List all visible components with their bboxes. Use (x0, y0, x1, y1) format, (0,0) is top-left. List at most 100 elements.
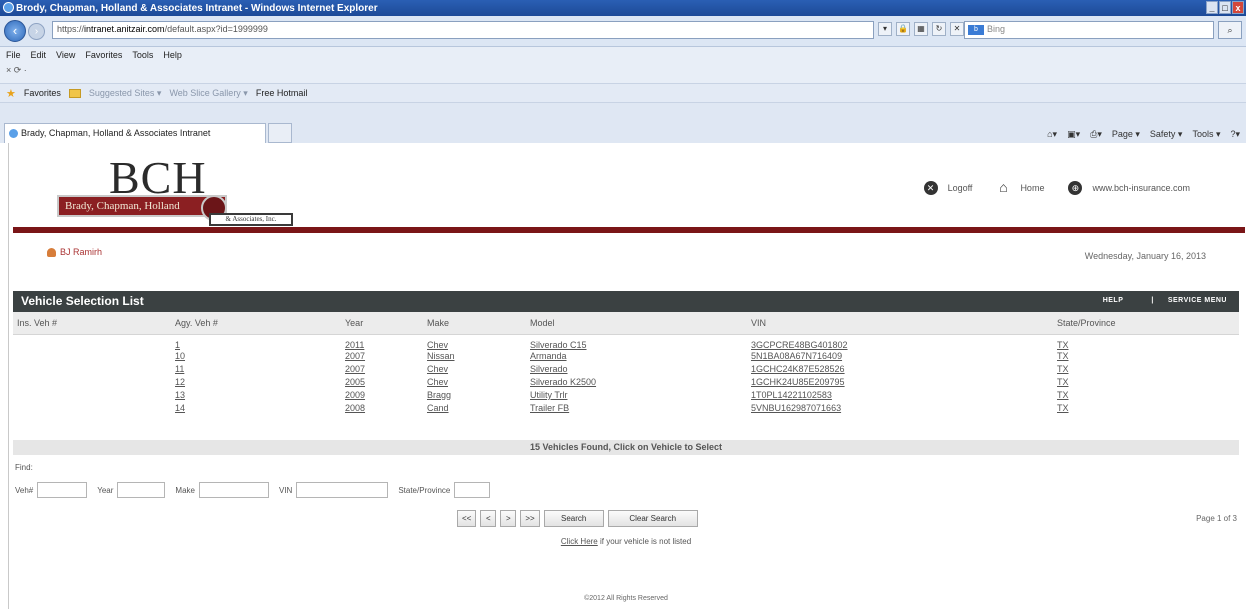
vehicle-link-state[interactable]: TX (1057, 403, 1069, 413)
home-link[interactable]: Home (1020, 183, 1044, 193)
vehicle-link-state[interactable]: TX (1057, 364, 1069, 374)
menu-favorites[interactable]: Favorites (85, 50, 122, 60)
vehicle-link-vin[interactable]: 1GCHK24U85E209795 (751, 377, 845, 387)
menu-file[interactable]: File (6, 50, 21, 60)
compat-view-icon[interactable]: ▦ (914, 22, 928, 36)
dropdown-icon[interactable]: ▾ (878, 22, 892, 36)
vehicle-link-make[interactable]: Chev (427, 364, 448, 374)
url-input[interactable]: https://intranet.anitzair.com/default.as… (52, 21, 874, 39)
clear-search-button[interactable]: Clear Search (607, 510, 698, 527)
vehicle-link-agy[interactable]: 14 (175, 403, 185, 413)
last-page-button[interactable]: >> (520, 510, 540, 527)
new-tab-button[interactable] (268, 123, 292, 143)
maximize-button[interactable]: □ (1219, 1, 1231, 14)
vehicle-link-agy[interactable]: 13 (175, 390, 185, 400)
tab-active[interactable]: Brady, Chapman, Holland & Associates Int… (4, 123, 266, 143)
print-icon[interactable]: ⎙▾ (1090, 129, 1102, 140)
cell-ins (13, 389, 171, 402)
vehicle-link-year[interactable]: 2009 (345, 390, 365, 400)
fav-suggested-sites[interactable]: Suggested Sites ▾ (89, 88, 162, 99)
home-icon[interactable]: ⌂ (996, 180, 1010, 195)
vehicle-link-agy[interactable]: 11 (175, 364, 184, 374)
logoff-link[interactable]: Logoff (948, 183, 973, 193)
vehicle-link-vin[interactable]: 1T0PL14221102583 (751, 390, 832, 400)
vehicle-link-model[interactable]: Silverado (530, 364, 568, 374)
fav-free-hotmail[interactable]: Free Hotmail (256, 88, 308, 98)
favorites-star-icon[interactable]: ★ (6, 87, 16, 100)
bch-logo[interactable]: BCH Brady, Chapman, Holland & Associates… (51, 151, 293, 236)
vehicle-link-make[interactable]: Bragg (427, 390, 451, 400)
first-page-button[interactable]: << (457, 510, 477, 527)
vehicle-link-model[interactable]: Armanda (530, 351, 567, 361)
vehicle-link-year[interactable]: 2005 (345, 377, 365, 387)
vehicle-link-year[interactable]: 2007 (345, 364, 365, 374)
table-row[interactable]: 14 2008 Cand Trailer FB 5VNBU162987071663 TX (13, 402, 1239, 415)
table-row[interactable]: 13 2009 Bragg Utility Trlr 1T0PL14221102583 T… (13, 389, 1239, 402)
vehicle-link-state[interactable]: TX (1057, 340, 1069, 350)
folder-icon[interactable] (68, 88, 81, 98)
stop-icon[interactable]: ✕ (950, 22, 964, 36)
make-input[interactable] (198, 482, 269, 498)
minimize-button[interactable]: _ (1206, 1, 1218, 14)
year-input[interactable] (117, 482, 166, 498)
lock-icon[interactable]: 🔒 (896, 22, 910, 36)
vehicle-link-agy[interactable]: 10 (175, 351, 185, 361)
search-input[interactable]: b Bing (964, 21, 1214, 39)
prev-page-button[interactable]: < (480, 510, 497, 527)
click-here-link[interactable]: Click Here (561, 537, 598, 546)
vehicle-link-model[interactable]: Utility Trlr (530, 390, 568, 400)
vehicle-link-state[interactable]: TX (1057, 377, 1069, 387)
vehicle-link-make[interactable]: Nissan (427, 351, 455, 361)
vehicle-link-model[interactable]: Silverado C15 (530, 340, 587, 350)
table-row[interactable]: 11 2007 Chev Silverado 1GCHC24K87E528526 TX (13, 363, 1239, 376)
feeds-icon[interactable]: ▣▾ (1067, 129, 1080, 140)
search-button[interactable]: Search (543, 510, 604, 527)
logoff-icon[interactable]: ✕ (923, 181, 938, 195)
current-user[interactable]: BJ Ramirh (47, 247, 102, 257)
cmd-safety[interactable]: Safety ▾ (1150, 129, 1183, 140)
veh-input[interactable] (37, 482, 88, 498)
menu-edit[interactable]: Edit (31, 50, 47, 60)
menu-view[interactable]: View (56, 50, 75, 60)
vehicle-link-vin[interactable]: 5N1BA08A67N716409 (751, 351, 842, 361)
service-menu-link[interactable]: SERVICE MENU (1168, 297, 1227, 304)
table-row[interactable]: 12 2005 Chev Silverado K2500 1GCHK24U85E2097… (13, 376, 1239, 389)
next-page-button[interactable]: > (500, 510, 517, 527)
vin-input[interactable] (296, 482, 389, 498)
menu-help[interactable]: Help (163, 50, 182, 60)
forward-button[interactable]: › (28, 23, 45, 40)
favorites-label[interactable]: Favorites (24, 88, 61, 98)
vehicle-link-state[interactable]: TX (1057, 390, 1069, 400)
cell-vin: 1GCHK24U85E209795 (747, 376, 1053, 389)
fav-web-slice-gallery[interactable]: Web Slice Gallery ▾ (169, 88, 247, 99)
vehicle-link-make[interactable]: Chev (427, 377, 448, 387)
vehicle-link-year[interactable]: 2008 (345, 403, 365, 413)
vehicle-link-model[interactable]: Trailer FB (530, 403, 569, 413)
vehicle-link-vin[interactable]: 1GCHC24K87E528526 (751, 364, 845, 374)
vehicle-link-make[interactable]: Chev (427, 340, 448, 350)
vehicle-link-vin[interactable]: 3GCPCRE48BG401802 (751, 340, 848, 350)
globe-icon[interactable]: ⊕ (1068, 181, 1083, 195)
vehicle-link-agy[interactable]: 12 (175, 377, 185, 387)
site-link[interactable]: www.bch-insurance.com (1092, 183, 1190, 193)
vehicle-link-make[interactable]: Cand (427, 403, 449, 413)
vehicle-link-state[interactable]: TX (1057, 351, 1069, 361)
vehicle-link-agy[interactable]: 1 (175, 340, 180, 350)
menu-tools[interactable]: Tools (132, 50, 153, 60)
cmd-tools[interactable]: Tools ▾ (1192, 129, 1220, 140)
help-cmd-icon[interactable]: ?▾ (1230, 129, 1240, 140)
table-row[interactable]: 1 2011 Chev Silverado C15 3GCPCRE48BG401802 T… (13, 334, 1239, 350)
vehicle-link-model[interactable]: Silverado K2500 (530, 377, 596, 387)
cmd-page[interactable]: Page ▾ (1112, 129, 1140, 140)
vehicle-link-year[interactable]: 2011 (345, 340, 364, 350)
vehicle-link-vin[interactable]: 5VNBU162987071663 (751, 403, 841, 413)
refresh-icon[interactable]: ↻ (932, 22, 946, 36)
help-link[interactable]: HELP (1103, 297, 1124, 304)
home-cmd-icon[interactable]: ⌂▾ (1047, 129, 1057, 140)
table-row[interactable]: 10 2007 Nissan Armanda 5N1BA08A67N716409 TX (13, 350, 1239, 363)
search-button[interactable]: ⌕ (1218, 21, 1242, 39)
close-window-button[interactable]: x (1232, 1, 1244, 14)
state-input[interactable] (454, 482, 491, 498)
back-button[interactable]: ‹ (4, 20, 26, 42)
vehicle-link-year[interactable]: 2007 (345, 351, 365, 361)
